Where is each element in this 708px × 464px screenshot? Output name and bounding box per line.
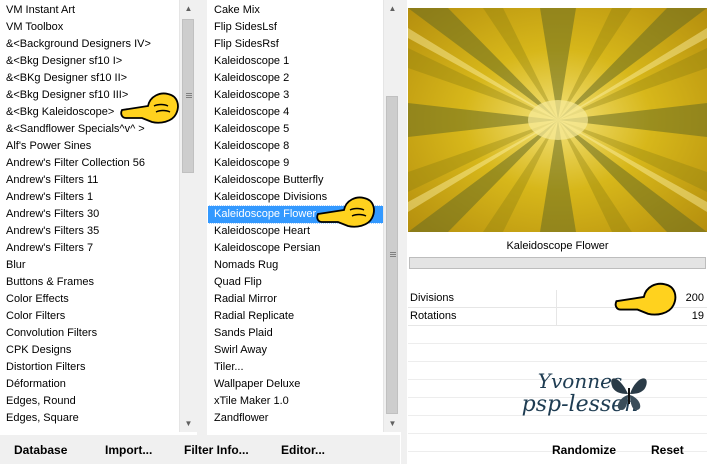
scroll-up-arrow-icon[interactable]: ▲ [384,0,401,17]
grip-line [390,252,396,253]
butterfly-icon [611,378,647,410]
filter-item[interactable]: Flip SidesRsf [208,36,383,53]
category-item[interactable]: Buttons & Frames [0,274,178,291]
filter-item[interactable]: Zandflower [208,410,383,427]
column-divider [556,308,557,325]
panel-divider [197,0,207,435]
category-item[interactable]: &<BKg Designer sf10 II> [0,70,178,87]
grip-line [390,256,396,257]
filter-item[interactable]: Nomads Rug [208,257,383,274]
filter-info-button[interactable]: Filter Info... [184,443,249,457]
preview-filter-name: Kaleidoscope Flower [506,240,609,252]
empty-param-row [408,326,707,344]
category-item[interactable]: Color Filters [0,308,178,325]
category-item[interactable]: Andrew's Filter Collection 56 [0,155,178,172]
filter-item[interactable]: Kaleidoscope 8 [208,138,383,155]
category-item[interactable]: VM Toolbox [0,19,178,36]
empty-param-row [408,344,707,362]
scroll-down-arrow-icon[interactable]: ▼ [384,415,401,432]
category-item[interactable]: Distortion Filters [0,359,178,376]
filter-item[interactable]: Kaleidoscope 9 [208,155,383,172]
filter-item[interactable]: Kaleidoscope 2 [208,70,383,87]
grip-line [186,97,192,98]
param-name: Divisions [410,292,455,304]
column-divider [556,290,557,307]
category-item[interactable]: Edges, Round [0,393,178,410]
category-item[interactable]: CPK Designs [0,342,178,359]
filter-scroll-thumb[interactable] [386,96,398,414]
category-item[interactable]: Andrew's Filters 1 [0,189,178,206]
scroll-up-arrow-icon[interactable]: ▲ [180,0,197,17]
category-item[interactable]: Andrew's Filters 30 [0,206,178,223]
category-item[interactable]: &<Background Designers IV> [0,36,178,53]
category-item[interactable]: VM Instant Art [0,2,178,19]
filter-item[interactable]: Radial Mirror [208,291,383,308]
grip-line [390,254,396,255]
category-panel: VM Instant Art VM Toolbox &<Background Des… [0,0,197,432]
param-value[interactable]: 19 [692,308,704,325]
param-name: Rotations [410,310,457,322]
database-button[interactable]: Database [14,443,67,457]
import-button[interactable]: Import... [105,443,152,457]
filter-item[interactable]: Kaleidoscope 1 [208,53,383,70]
filter-item[interactable]: Swirl Away [208,342,383,359]
grip-line [186,95,192,96]
preview-image [408,8,707,232]
category-item[interactable]: Andrew's Filters 7 [0,240,178,257]
category-item[interactable]: Edges, Square [0,410,178,427]
category-item[interactable]: &<Bkg Designer sf10 I> [0,53,178,70]
editor-button[interactable]: Editor... [281,443,325,457]
filter-item[interactable]: Sands Plaid [208,325,383,342]
filter-item[interactable]: Kaleidoscope 3 [208,87,383,104]
filter-item[interactable]: Flip SidesLsf [208,19,383,36]
pointing-hand-icon [120,92,179,124]
right-divider [401,0,407,464]
randomize-button[interactable]: Randomize [552,443,616,457]
empty-param-row [408,416,707,434]
filter-item[interactable]: Radial Replicate [208,308,383,325]
filter-item[interactable]: xTile Maker 1.0 [208,393,383,410]
category-scrollbar[interactable]: ▲ ▼ [179,0,197,432]
category-item[interactable]: Déformation [0,376,178,393]
category-item[interactable]: Color Effects [0,291,178,308]
pointing-hand-icon [316,196,375,228]
reset-button[interactable]: Reset [651,443,684,457]
filter-item[interactable]: Wallpaper Deluxe [208,376,383,393]
preview-progress-slider[interactable] [409,257,706,269]
filter-item[interactable]: Quad Flip [208,274,383,291]
category-item[interactable]: Blur [0,257,178,274]
category-item[interactable]: Andrew's Filters 11 [0,172,178,189]
filter-item[interactable]: Kaleidoscope 4 [208,104,383,121]
pointing-hand-icon [614,282,677,316]
filter-scrollbar[interactable]: ▲ ▼ [383,0,401,432]
category-list[interactable]: VM Instant Art VM Toolbox &<Background Des… [0,2,178,432]
category-item[interactable]: Andrew's Filters 35 [0,223,178,240]
category-item[interactable]: Alf's Power Sines [0,138,178,155]
filter-item[interactable]: Kaleidoscope Butterfly [208,172,383,189]
kaleidoscope-preview-graphic [408,8,707,232]
filter-item[interactable]: Kaleidoscope Persian [208,240,383,257]
grip-line [186,93,192,94]
filter-item[interactable]: Tiler... [208,359,383,376]
category-scroll-thumb[interactable] [182,19,194,173]
param-value[interactable]: 200 [686,290,704,307]
filter-item[interactable]: Cake Mix [208,2,383,19]
filter-item[interactable]: Kaleidoscope 5 [208,121,383,138]
category-item[interactable]: Convolution Filters [0,325,178,342]
scroll-down-arrow-icon[interactable]: ▼ [180,415,197,432]
